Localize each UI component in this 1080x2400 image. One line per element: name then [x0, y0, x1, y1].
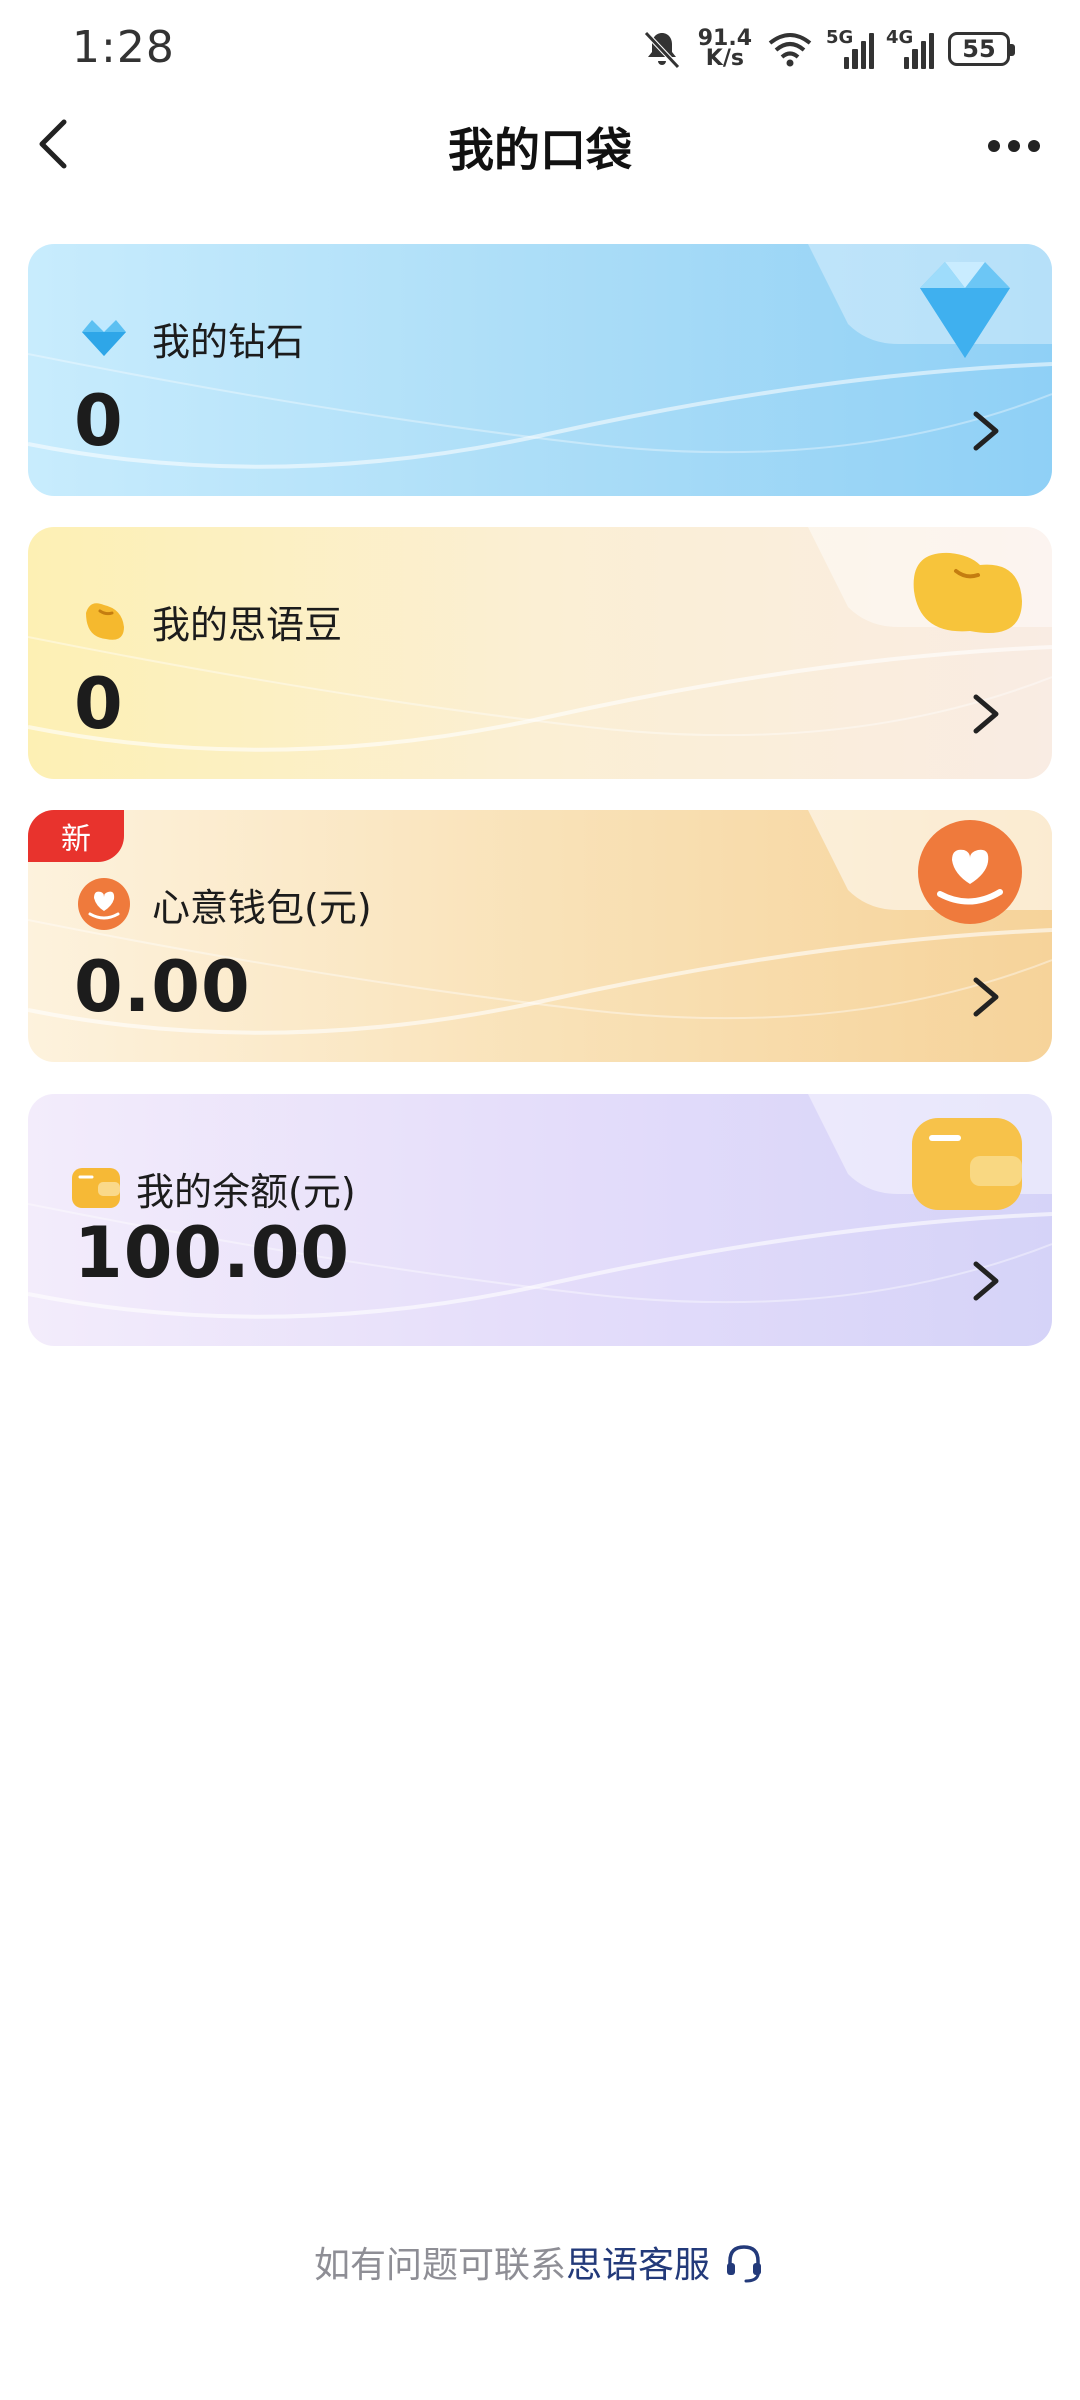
page-title: 我的口袋	[448, 123, 632, 177]
card-beans[interactable]: 我的思语豆 0	[28, 527, 1052, 779]
dot	[1008, 140, 1020, 152]
card-label-row: 我的钻石	[76, 310, 304, 366]
card-label-row: 我的余额(元)	[68, 1160, 356, 1216]
card-label-row: 心意钱包(元)	[76, 876, 372, 932]
card-label: 我的余额(元)	[136, 1169, 356, 1214]
card-label: 我的思语豆	[152, 602, 343, 647]
diamond-icon	[82, 320, 126, 356]
card-heart-wallet[interactable]: 心意钱包(元) 0.00	[28, 810, 1052, 1062]
chevron-right-icon	[973, 694, 999, 734]
footer-help: 如有问题可联系思语客服	[0, 2236, 1080, 2288]
more-options-button[interactable]	[974, 116, 1054, 176]
heart-hand-icon	[78, 878, 130, 930]
diamond-decoration-icon	[920, 262, 1010, 358]
card-value: 100.00	[74, 1212, 351, 1294]
card-balance[interactable]: 我的余额(元) 100.00	[28, 1094, 1052, 1346]
heart-hand-decoration-icon	[918, 820, 1022, 924]
bean-icon	[86, 603, 124, 640]
card-label: 我的钻石	[152, 319, 305, 364]
wave-decoration	[28, 636, 1052, 752]
wallet-icon	[72, 1168, 120, 1208]
wallet-decoration-icon	[912, 1118, 1022, 1210]
signal-5g-icon: 5G	[826, 27, 874, 69]
card-label: 心意钱包(元)	[152, 885, 372, 930]
card-value: 0	[74, 663, 124, 745]
wifi-icon	[768, 33, 812, 67]
status-time: 1:28	[72, 22, 175, 73]
dot	[988, 140, 1000, 152]
card-value: 0.00	[74, 946, 251, 1028]
status-icons: 91.4 K/s 5G 4G 55	[640, 24, 1015, 74]
headset-icon[interactable]	[722, 2241, 766, 2285]
card-value: 0	[74, 380, 124, 462]
wave-decoration	[28, 353, 1052, 469]
card-label-row: 我的思语豆	[76, 593, 342, 649]
dot	[1028, 140, 1040, 152]
chevron-right-icon	[973, 411, 999, 451]
chevron-right-icon	[973, 977, 999, 1017]
footer-text: 如有问题可联系	[313, 2245, 566, 2286]
nav-bar: 我的口袋	[0, 100, 1080, 190]
battery-icon: 55	[948, 32, 1015, 66]
status-bar: 1:28 91.4 K/s 5G 4G 55	[0, 0, 1080, 100]
signal-4g-icon: 4G	[886, 27, 934, 69]
bean-decoration-icon	[913, 552, 1022, 633]
network-speed: 91.4 K/s	[697, 26, 752, 71]
customer-service-link[interactable]: 思语客服	[566, 2245, 710, 2286]
chevron-right-icon	[973, 1261, 999, 1301]
card-diamonds[interactable]: 我的钻石 0	[28, 244, 1052, 496]
new-badge: 新	[28, 810, 124, 862]
bell-muted-icon	[643, 31, 680, 69]
